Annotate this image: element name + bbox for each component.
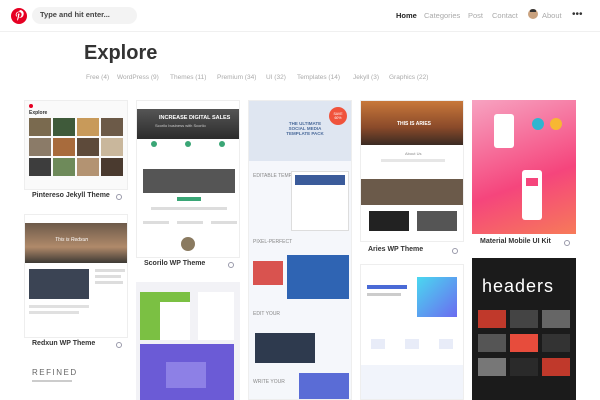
filter-graphics[interactable]: Graphics (22) xyxy=(389,74,428,81)
link-icon[interactable] xyxy=(228,262,234,268)
card-scorilo[interactable]: INCREASE DIGITAL SALES Scorilo business … xyxy=(136,100,240,274)
more-menu-icon[interactable]: ••• xyxy=(572,9,583,20)
filter-premium[interactable]: Premium (34) xyxy=(217,74,256,81)
filter-free[interactable]: Free (4) xyxy=(86,74,109,81)
link-icon[interactable] xyxy=(116,194,122,200)
card-caption: Material Mobile UI Kit xyxy=(480,238,551,245)
card-caption: Redxun WP Theme xyxy=(32,340,96,347)
preview-label: WRITE YOUR xyxy=(253,379,285,385)
card-preview: INCREASE DIGITAL SALES Scorilo business … xyxy=(136,100,240,258)
discount-badge: SAVE 60% xyxy=(333,112,343,120)
card-aries[interactable]: THIS IS ARIES About Us Aries WP Theme xyxy=(360,100,464,258)
card-preview: THE ULTIMATE SOCIAL MEDIA TEMPLATE PACK … xyxy=(248,100,352,400)
link-icon[interactable] xyxy=(564,240,570,246)
preview-title: THIS IS ARIES xyxy=(397,121,431,127)
card-refined[interactable]: REFINED xyxy=(24,360,128,400)
card-caption: Pintereso Jekyll Theme xyxy=(32,192,110,199)
avatar[interactable] xyxy=(528,9,538,19)
nav-categories[interactable]: Categories xyxy=(424,11,460,20)
preview-title: headers xyxy=(482,276,555,296)
filter-templates[interactable]: Templates (14) xyxy=(297,74,340,81)
page-title: Explore xyxy=(84,42,158,64)
card-preview: headers xyxy=(472,258,576,400)
card-headers[interactable]: headers xyxy=(472,258,576,400)
card-caption: Scorilo WP Theme xyxy=(144,260,206,267)
card-material-mobile[interactable]: Material Mobile UI Kit xyxy=(472,100,576,250)
preview-label: PIXEL-PERFECT xyxy=(253,239,293,245)
card-pintereso[interactable]: Explore Pintereso Jekyll Theme xyxy=(24,100,128,206)
card-preview: Explore xyxy=(24,100,128,190)
nav-about[interactable]: About xyxy=(542,11,562,20)
link-icon[interactable] xyxy=(116,342,122,348)
preview-subtitle: Scorilo business with Scorilo xyxy=(155,123,206,128)
pinterest-logo-icon[interactable] xyxy=(11,8,27,24)
card-social-media-pack[interactable]: THE ULTIMATE SOCIAL MEDIA TEMPLATE PACK … xyxy=(248,100,352,400)
card-caption: Aries WP Theme xyxy=(368,246,424,253)
card-preview xyxy=(360,264,464,400)
filter-jekyll[interactable]: Jekyll (3) xyxy=(353,74,379,81)
card-preview: REFINED xyxy=(24,360,128,400)
filter-ui[interactable]: UI (32) xyxy=(266,74,286,81)
filter-themes[interactable]: Themes (11) xyxy=(170,74,206,81)
card-preview xyxy=(472,100,576,234)
preview-subtitle: About Us xyxy=(405,151,422,156)
preview-title: THE ULTIMATE SOCIAL MEDIA TEMPLATE PACK xyxy=(286,121,324,136)
preview-title: INCREASE DIGITAL SALES xyxy=(159,115,231,121)
preview-title: Explore xyxy=(29,110,48,116)
card-ui-kit[interactable] xyxy=(136,282,240,400)
card-redxun[interactable]: This is Redxun Redxun WP Theme xyxy=(24,214,128,354)
nav-contact[interactable]: Contact xyxy=(492,11,518,20)
nav-home[interactable]: Home xyxy=(396,11,417,20)
nav-post[interactable]: Post xyxy=(468,11,483,20)
preview-title: This is Redxun xyxy=(55,237,89,243)
card-preview: THIS IS ARIES About Us xyxy=(360,100,464,242)
search-placeholder: Type and hit enter... xyxy=(40,10,110,19)
card-saas-landing[interactable] xyxy=(360,264,464,400)
card-preview xyxy=(136,282,240,400)
top-header: Type and hit enter... Home Categories Po… xyxy=(0,0,600,32)
filter-wordpress[interactable]: WordPress (9) xyxy=(117,74,159,81)
preview-label: EDIT YOUR xyxy=(253,311,281,317)
preview-title: REFINED xyxy=(32,368,78,377)
link-icon[interactable] xyxy=(452,248,458,254)
card-preview: This is Redxun xyxy=(24,214,128,338)
